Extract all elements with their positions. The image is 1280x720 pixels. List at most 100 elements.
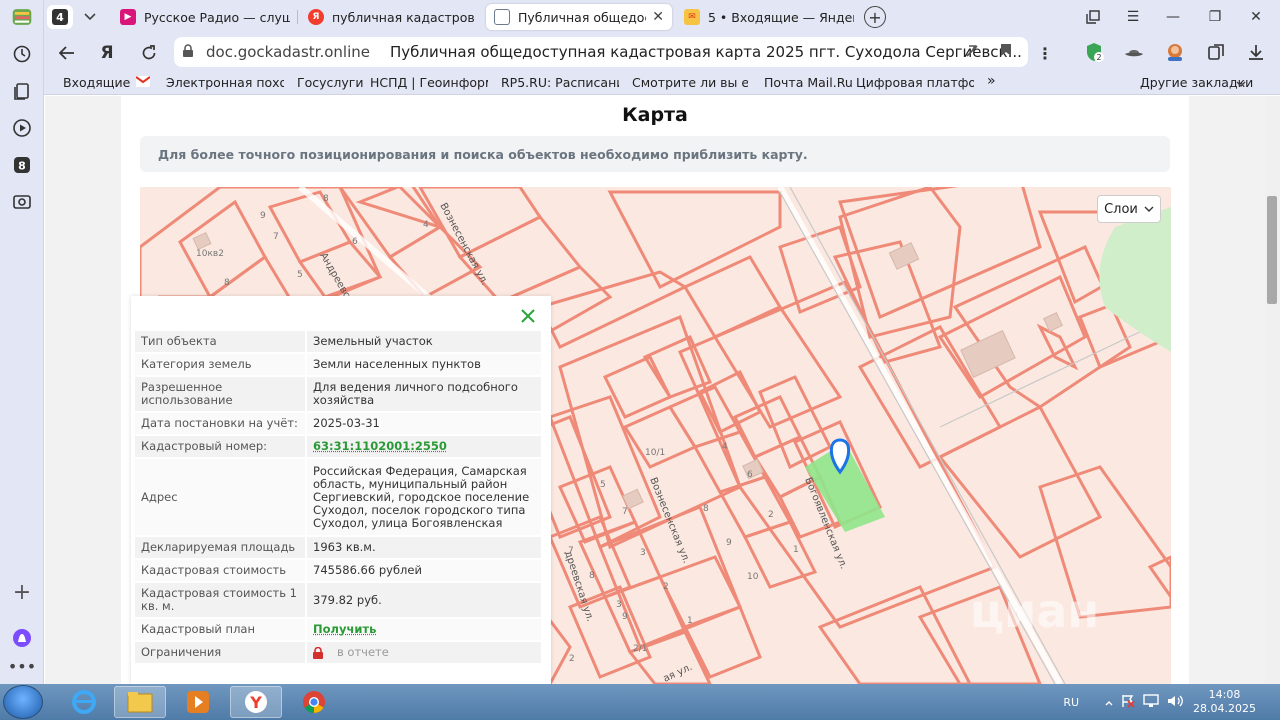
ie-icon[interactable]: [58, 686, 110, 718]
svg-text:2: 2: [768, 510, 774, 520]
windows-taskbar: Y RU 14:08 28.04.2025: [0, 684, 1280, 720]
svg-text:9: 9: [260, 211, 266, 221]
no-translate-icon[interactable]: [964, 43, 980, 63]
svg-text:6: 6: [747, 470, 753, 480]
svg-text:2: 2: [569, 654, 575, 664]
svg-text:8: 8: [703, 504, 709, 514]
svg-text:4: 4: [722, 442, 728, 452]
get-plan-link[interactable]: Получить: [313, 622, 376, 636]
table-row: Ограничения в отчете: [135, 642, 541, 663]
svg-text:7: 7: [568, 546, 574, 556]
clock[interactable]: 14:08 28.04.2025: [1193, 688, 1256, 716]
back-arrow-icon[interactable]: [56, 42, 78, 64]
cadastral-number-link[interactable]: 63:31:1102001:2550: [313, 439, 447, 453]
svg-text:5: 5: [297, 270, 303, 280]
close-popup-icon[interactable]: [521, 304, 535, 328]
browser-sidebar: 8 + •••: [0, 0, 44, 684]
tab-count: 4: [52, 9, 68, 25]
gmail-icon[interactable]: [136, 75, 152, 90]
menu-icon[interactable]: ☰: [1122, 6, 1144, 28]
tab-yandex-search[interactable]: Я публичная кадастровая к: [300, 4, 482, 30]
collections-icon[interactable]: [10, 79, 34, 103]
clock-time: 14:08: [1208, 688, 1241, 701]
svg-text:9: 9: [726, 538, 732, 548]
network-icon[interactable]: [1143, 693, 1159, 711]
explorer-icon[interactable]: [114, 686, 166, 718]
page-scrollbar[interactable]: [1265, 96, 1280, 684]
scrollbar-thumb[interactable]: [1267, 196, 1277, 304]
table-row: Дата постановки на учёт: 2025-03-31: [135, 413, 541, 434]
bookmark-mailru[interactable]: Почта Mail.Ru: [764, 75, 853, 90]
screenshot-icon[interactable]: [10, 190, 34, 214]
yandex-home-icon[interactable]: Я: [96, 42, 118, 64]
video-icon[interactable]: [10, 116, 34, 140]
tab-yandex-mail[interactable]: ✉ 5 • Входящие — Яндекс П: [676, 4, 862, 30]
layers-button[interactable]: Слои: [1097, 195, 1161, 223]
tab-label: 5 • Входящие — Яндекс П: [708, 9, 854, 25]
svg-text:7: 7: [622, 507, 628, 517]
chevron-down-icon[interactable]: [1236, 75, 1246, 90]
bookmark-smotrite[interactable]: Смотрите ли вы еже: [632, 75, 748, 90]
history-icon[interactable]: [10, 42, 34, 66]
svg-text:1: 1: [687, 616, 693, 626]
new-tab-button[interactable]: +: [864, 6, 886, 28]
yandex-browser-icon[interactable]: Y: [230, 686, 282, 718]
media-player-icon[interactable]: [172, 686, 224, 718]
bookmark-pohoz[interactable]: Электронная похоз: [166, 75, 284, 90]
apps-icon[interactable]: 8: [10, 153, 34, 177]
table-row: Разрешенное использование Для ведения лич…: [135, 377, 541, 411]
tab-kadastr-map[interactable]: Публичная общедосту ✕: [486, 4, 672, 30]
language-indicator[interactable]: RU: [1063, 696, 1079, 709]
yandex-logo-icon[interactable]: [8, 5, 36, 29]
hat-extension-icon[interactable]: [1122, 40, 1146, 64]
tab-counter-button[interactable]: 4: [47, 5, 73, 29]
bookmark-rp5[interactable]: RP5.RU: Расписание: [501, 75, 619, 90]
lock-icon[interactable]: [182, 43, 198, 61]
volume-icon[interactable]: [1167, 694, 1183, 711]
svg-text:10/1: 10/1: [645, 448, 665, 458]
svg-text:8: 8: [224, 278, 230, 288]
bookmark-gosuslugi[interactable]: Госуслуги: [297, 75, 364, 90]
bookmark-inbox[interactable]: Входящие: [63, 75, 130, 90]
table-row: Декларируемая площадь 1963 кв.м.: [135, 537, 541, 558]
add-panel-icon[interactable]: +: [10, 580, 34, 605]
bookmarks-overflow[interactable]: »: [987, 73, 996, 89]
adblock-shield-icon[interactable]: 2: [1082, 40, 1106, 64]
svg-text:9: 9: [622, 612, 628, 622]
url-page-title: Публичная общедоступная кадастровая карт…: [390, 43, 1022, 61]
svg-text:10кв2: 10кв2: [196, 249, 224, 259]
svg-text:7: 7: [273, 232, 279, 242]
page-icon: [494, 9, 510, 25]
tray-chevron-icon[interactable]: [1105, 696, 1113, 709]
table-row: Кадастровая стоимость 745586.66 рублей: [135, 560, 541, 581]
alice-icon[interactable]: [10, 626, 34, 650]
flag-icon[interactable]: [1121, 694, 1135, 711]
tab-label: Русское Радио — слушать: [144, 9, 290, 25]
close-tab-icon[interactable]: ✕: [652, 9, 664, 25]
table-row: Адрес Российская Федерация, Самарская обл…: [135, 459, 541, 535]
bookmark-cifrovaya[interactable]: Цифровая платформ: [856, 75, 974, 90]
extensions-puzzle-icon[interactable]: [1204, 40, 1228, 64]
address-bar[interactable]: doc.gockadastr.online Публичная общедост…: [174, 37, 1028, 67]
svg-text:5: 5: [600, 480, 606, 490]
minimize-icon[interactable]: —: [1162, 6, 1184, 28]
tabs-manager-icon[interactable]: [1082, 6, 1104, 28]
more-icon[interactable]: •••: [8, 654, 36, 678]
download-icon[interactable]: [1244, 40, 1268, 64]
avatar-extension-icon[interactable]: [1163, 40, 1187, 64]
url-domain: doc.gockadastr.online: [206, 43, 370, 61]
bookmark-icon[interactable]: [1000, 43, 1012, 61]
close-window-icon[interactable]: ✕: [1245, 6, 1267, 28]
svg-text:2: 2: [663, 582, 669, 592]
more-vert-icon[interactable]: ⋮: [1034, 42, 1056, 64]
chrome-icon[interactable]: [288, 686, 340, 718]
bookmarks-bar: Входящие Электронная похоз Госуслуги НСП…: [44, 70, 1280, 95]
restore-icon[interactable]: ❐: [1204, 6, 1226, 28]
svg-text:8: 8: [18, 160, 26, 173]
bookmark-nspd[interactable]: НСПД | Геоинформа: [370, 75, 488, 90]
tab-label: Публичная общедосту: [518, 9, 646, 25]
reload-icon[interactable]: [138, 42, 160, 64]
tab-russkoe-radio[interactable]: ▶ Русское Радио — слушать: [112, 4, 298, 30]
start-button[interactable]: [3, 685, 43, 719]
tab-list-chevron-icon[interactable]: [76, 5, 104, 29]
